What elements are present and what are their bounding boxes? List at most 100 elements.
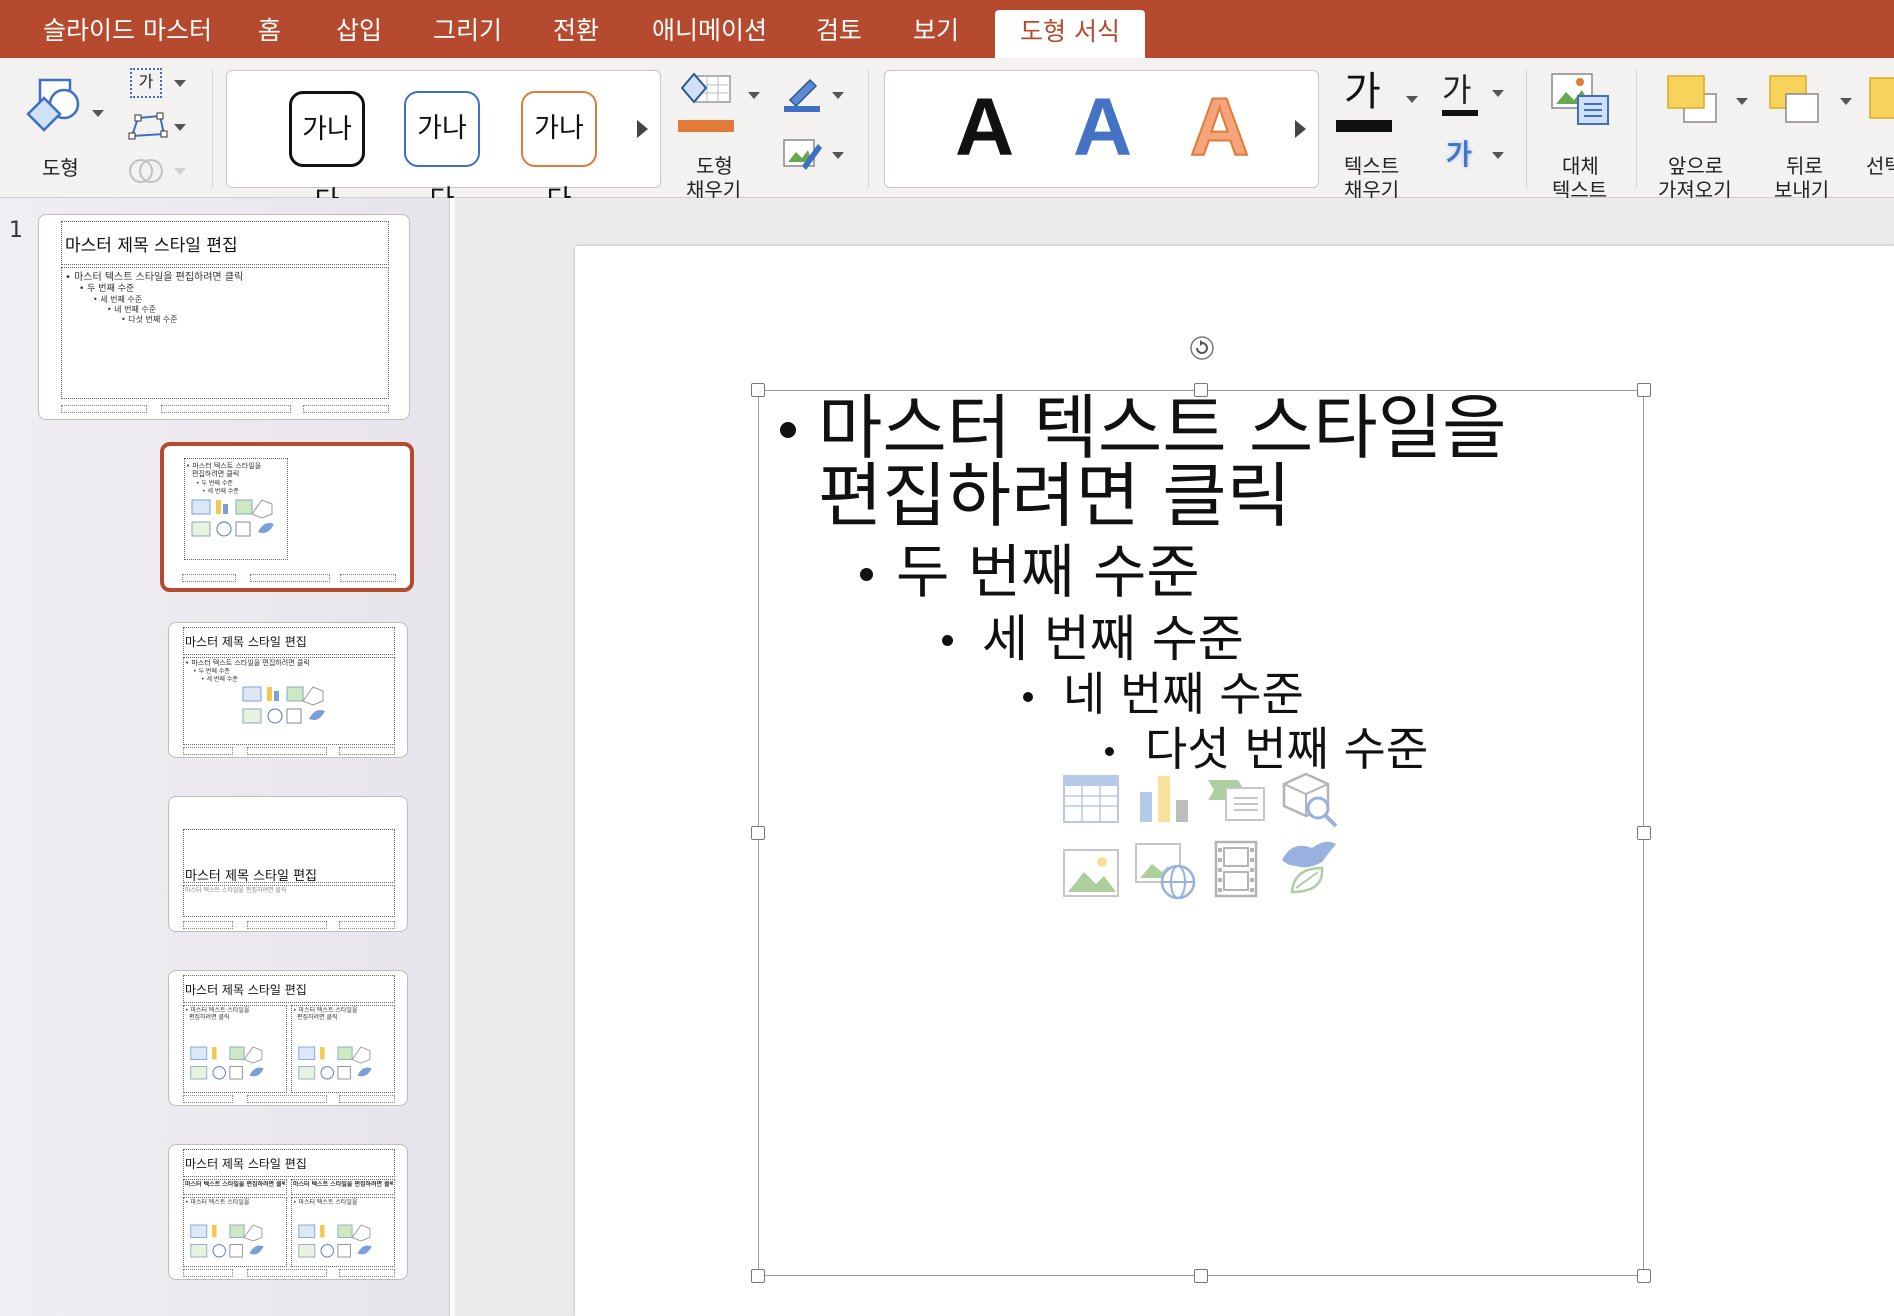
tab-review[interactable]: 검토 <box>816 0 862 58</box>
text-box-button[interactable]: 가 <box>126 66 186 100</box>
send-backward-caret[interactable] <box>1840 98 1852 105</box>
shape-fill-caret[interactable] <box>748 92 760 99</box>
insert-icons-icon[interactable] <box>1278 836 1342 900</box>
thumb-footer-date <box>61 405 147 413</box>
thumb-body-level3: • 세 번째 수준 <box>93 295 143 304</box>
resize-handle-right[interactable] <box>1637 826 1651 840</box>
edit-shape-caret[interactable] <box>174 124 186 131</box>
thumbnail-layout-comparison[interactable]: 마스터 제목 스타일 편집 마스터 텍스트 스타일을 편집하려면 클릭 마스터 … <box>168 1144 408 1280</box>
bullet-level5-text[interactable]: 다섯 번째 수준 <box>1145 722 1428 776</box>
thumbnail-layout-section-header[interactable]: 마스터 제목 스타일 편집 마스터 텍스트 스타일을 편집하려면 클릭 <box>168 796 408 932</box>
shape-effects-button[interactable] <box>780 136 846 176</box>
wordart-styles-gallery: A A A <box>884 70 1319 188</box>
resize-handle-top-left[interactable] <box>751 383 765 397</box>
insert-chart-icon[interactable] <box>1134 772 1194 826</box>
shape-styles-more-arrow[interactable] <box>637 120 648 138</box>
wordart-more-arrow[interactable] <box>1295 120 1306 138</box>
thumb-footer-date <box>183 921 233 929</box>
shape-effects-caret[interactable] <box>832 152 844 159</box>
thumb-footer-number <box>339 1269 395 1277</box>
thumb-footer-center <box>247 747 327 755</box>
bullet-level3-text[interactable]: 세 번째 수준 <box>982 609 1244 669</box>
shapes-button[interactable]: 도형 <box>14 68 104 188</box>
shapes-icon <box>26 78 80 132</box>
shape-style-orange[interactable]: 가나다 <box>521 91 597 216</box>
merge-shapes-caret <box>174 168 186 175</box>
thumb-title-text: 마스터 제목 스타일 편집 <box>185 869 317 884</box>
tab-shape-format[interactable]: 도형 서식 <box>995 10 1145 58</box>
bullet-level1-line2[interactable]: 편집하려면 클릭 <box>818 455 1291 537</box>
paint-bucket-icon <box>680 72 731 104</box>
text-fill-caret[interactable] <box>1406 96 1418 103</box>
thumbnail-layout-content[interactable]: • 마스터 텍스트 스타일을 편집하려면 클릭 • 두 번째 수준 • 세 번째… <box>160 442 414 592</box>
wordart-style-orange[interactable]: A <box>1189 82 1250 174</box>
thumbnail-layout-two-content[interactable]: 마스터 제목 스타일 편집 • 마스터 텍스트 스타일을 편집하려면 클릭 • … <box>168 970 408 1106</box>
thumb-footer-center <box>161 405 291 413</box>
ribbon-divider <box>1526 70 1527 188</box>
resize-handle-bottom-right[interactable] <box>1637 1269 1651 1283</box>
rotate-handle-icon[interactable] <box>1189 335 1215 361</box>
ribbon-divider <box>868 70 869 188</box>
shape-outline-button[interactable] <box>780 74 846 114</box>
text-effects-button[interactable]: 가 <box>1436 138 1506 178</box>
bullet-level2-text[interactable]: 두 번째 수준 <box>896 538 1200 606</box>
thumb-left-line1: • 마스터 텍스트 스타일을 <box>185 1199 250 1206</box>
insert-3d-model-icon[interactable] <box>1278 770 1342 830</box>
ribbon-divider <box>1636 70 1637 188</box>
wordart-style-blue[interactable]: A <box>1073 83 1132 173</box>
insert-video-icon[interactable] <box>1212 840 1262 900</box>
text-box-caret[interactable] <box>174 80 186 87</box>
alt-text-label-1: 대체 <box>1562 154 1599 178</box>
tab-draw[interactable]: 그리기 <box>433 0 502 58</box>
tab-insert[interactable]: 삽입 <box>336 0 382 58</box>
tab-transitions[interactable]: 전환 <box>553 0 599 58</box>
thumbnail-layout-title-content[interactable]: 마스터 제목 스타일 편집 • 마스터 텍스트 스타일을 편집하려면 클릭 • … <box>168 622 408 758</box>
text-box-icon: 가 <box>130 68 162 98</box>
text-effects-caret[interactable] <box>1492 152 1504 159</box>
tab-slide-master[interactable]: 슬라이드 마스터 <box>43 0 212 58</box>
tab-home[interactable]: 홈 <box>258 0 281 58</box>
thumb-body-level4: • 네 번째 수준 <box>107 305 157 314</box>
thumb-footer-number <box>340 574 396 582</box>
thumb-line3: • 두 번째 수준 <box>196 480 233 487</box>
resize-handle-top-right[interactable] <box>1637 383 1651 397</box>
insert-online-picture-icon[interactable] <box>1134 840 1198 900</box>
thumb-footer-number <box>339 921 395 929</box>
selection-pane-button[interactable]: 선택 <box>1864 68 1894 190</box>
insert-picture-icon[interactable] <box>1062 846 1122 900</box>
thumbnail-slide-master[interactable]: 마스터 제목 스타일 편집 • 마스터 텍스트 스타일을 편집하려면 클릭 • … <box>38 214 410 420</box>
shape-style-blue[interactable]: 가나다 <box>404 91 480 216</box>
wordart-style-black[interactable]: A <box>955 83 1014 173</box>
shape-fill-button[interactable]: 도형 채우기 <box>672 68 764 202</box>
shapes-dropdown-caret[interactable] <box>92 110 104 117</box>
text-fill-color-bar <box>1336 120 1392 132</box>
shape-outline-caret[interactable] <box>832 92 844 99</box>
shape-fill-label-1: 도형 <box>696 154 733 178</box>
thumb-footer-center <box>247 1269 327 1277</box>
bring-forward-caret[interactable] <box>1736 98 1748 105</box>
alt-text-button[interactable]: 대체 텍스트 <box>1536 68 1626 202</box>
text-fill-glyph: 가 <box>1344 69 1381 115</box>
shape-style-black[interactable]: 가나다 <box>289 91 365 217</box>
resize-handle-bottom-left[interactable] <box>751 1269 765 1283</box>
text-fill-button[interactable]: 가 텍스트 채우기 <box>1330 68 1420 202</box>
thumb-footer-date <box>182 574 236 582</box>
edit-shape-button[interactable] <box>126 110 186 144</box>
text-outline-button[interactable]: 가 <box>1436 72 1506 116</box>
insert-smartart-icon[interactable] <box>1204 772 1268 826</box>
resize-handle-bottom[interactable] <box>1194 1269 1208 1283</box>
pen-icon <box>784 78 820 112</box>
bullet-level4-text[interactable]: 네 번째 수준 <box>1063 667 1304 721</box>
thumb-footer-center <box>250 574 330 582</box>
thumb-footer-center <box>247 1095 327 1103</box>
send-backward-button[interactable]: 뒤로 보내기 <box>1756 68 1856 202</box>
tab-view[interactable]: 보기 <box>913 0 959 58</box>
resize-handle-left[interactable] <box>751 826 765 840</box>
bring-forward-icon <box>1667 75 1717 123</box>
text-outline-caret[interactable] <box>1492 90 1504 97</box>
bring-forward-button[interactable]: 앞으로 가져오기 <box>1650 68 1750 202</box>
insert-table-icon[interactable] <box>1062 772 1122 826</box>
thumb-left-line1: • 마스터 텍스트 스타일을 <box>185 1007 250 1014</box>
tab-animations[interactable]: 애니메이션 <box>652 0 767 58</box>
thumb-body-level1: • 마스터 텍스트 스타일을 편집하려면 클릭 <box>65 272 244 283</box>
